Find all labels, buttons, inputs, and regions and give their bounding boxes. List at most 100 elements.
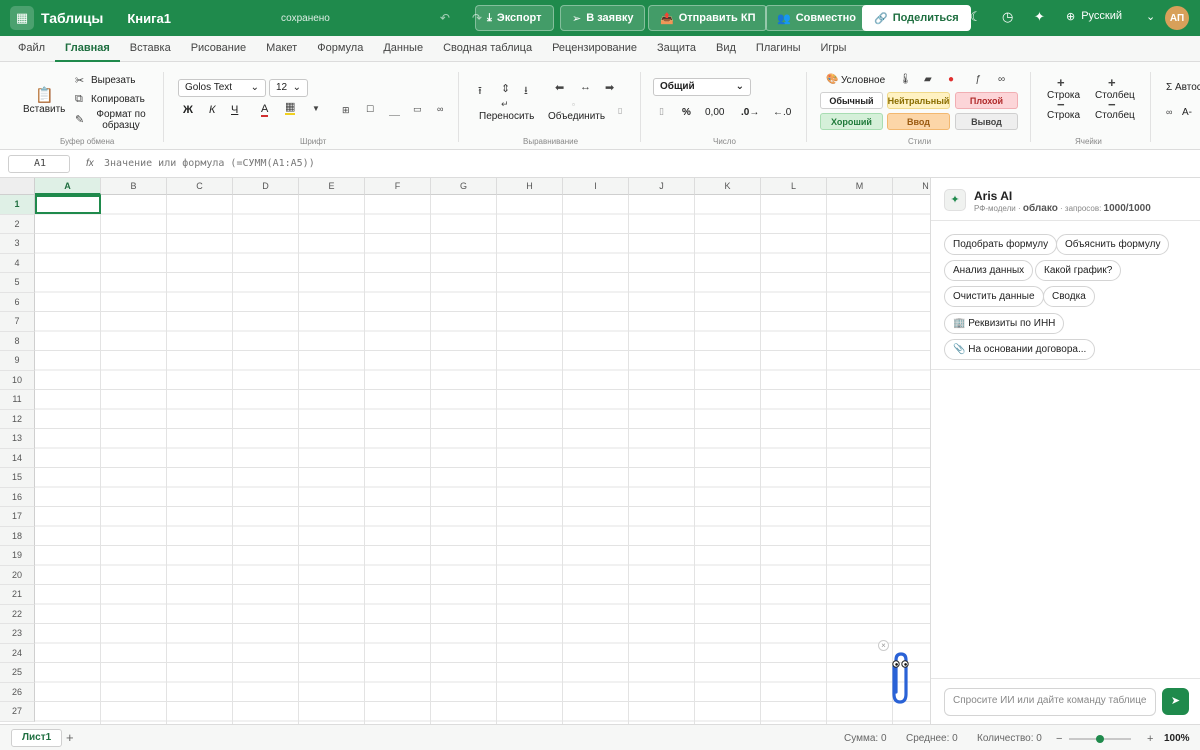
- row-header[interactable]: 12: [0, 409, 35, 429]
- thermometer-icon[interactable]: 🌡: [899, 74, 912, 85]
- tab-layout[interactable]: Макет: [256, 36, 307, 62]
- row-header[interactable]: 26: [0, 682, 35, 702]
- tab-file[interactable]: Файл: [8, 36, 55, 62]
- column-header[interactable]: C: [167, 178, 233, 195]
- underline-button[interactable]: Ч: [231, 104, 238, 116]
- border-all-icon[interactable]: ⊞: [342, 105, 350, 116]
- ai-chip-contract[interactable]: 📎 На основании договора...: [944, 339, 1096, 360]
- border-bottom-icon[interactable]: ＿: [389, 102, 400, 118]
- align-center-icon[interactable]: ↔: [580, 81, 591, 93]
- tab-insert[interactable]: Вставка: [120, 36, 181, 62]
- clear-button[interactable]: А-: [1182, 107, 1192, 118]
- column-header[interactable]: M: [827, 178, 893, 195]
- row-header[interactable]: 5: [0, 273, 35, 293]
- sheet-tab[interactable]: Лист1: [11, 729, 63, 747]
- export-button[interactable]: ⤓ Экспорт: [475, 5, 554, 31]
- style-input[interactable]: Ввод: [887, 113, 950, 130]
- row-header[interactable]: 24: [0, 643, 35, 663]
- decimals-button[interactable]: 0,00: [705, 107, 724, 118]
- book-name[interactable]: Книга1: [127, 11, 171, 26]
- bold-button[interactable]: Ж: [183, 104, 193, 116]
- column-header[interactable]: N: [893, 178, 930, 195]
- spreadsheet-grid[interactable]: A B C D E F G H I J K L M N 1 2 3 4 5 6 7 8 9 10 11 12 13 14 15 16 17 1…: [0, 178, 930, 724]
- cut-button[interactable]: Вырезать: [91, 75, 135, 86]
- copy-button[interactable]: Копировать: [91, 94, 145, 105]
- align-middle-icon[interactable]: ⇕: [501, 82, 510, 95]
- indent-icon[interactable]: ▯: [618, 106, 622, 115]
- ai-chip-summary[interactable]: Сводка: [1043, 286, 1095, 307]
- tab-games[interactable]: Игры: [811, 36, 857, 62]
- tab-protect[interactable]: Защита: [647, 36, 706, 62]
- share-button[interactable]: 🔗 Поделиться: [862, 5, 971, 31]
- sparkle-icon[interactable]: ✦: [1034, 9, 1045, 25]
- tab-draw[interactable]: Рисование: [181, 36, 256, 62]
- row-header[interactable]: 27: [0, 702, 35, 722]
- ai-chip-clean-data[interactable]: Очистить данные: [944, 286, 1044, 307]
- row-header[interactable]: 4: [0, 253, 35, 273]
- align-bottom-icon[interactable]: ⭳: [524, 82, 528, 101]
- infinity-icon[interactable]: ∞: [437, 104, 443, 114]
- currency-icon[interactable]: ▯: [659, 106, 664, 117]
- send-button[interactable]: ➤: [1162, 688, 1189, 715]
- data-bar-icon[interactable]: ▰: [924, 74, 932, 85]
- style-bad[interactable]: Плохой: [955, 92, 1018, 109]
- style-neutral[interactable]: Нейтральный: [887, 92, 950, 109]
- infinity-icon[interactable]: ∞: [1166, 107, 1172, 117]
- italic-button[interactable]: К: [209, 104, 215, 116]
- infinity-icon[interactable]: ∞: [998, 74, 1005, 85]
- align-right-icon[interactable]: ➡: [605, 81, 614, 94]
- row-header[interactable]: 7: [0, 312, 35, 332]
- tab-data[interactable]: Данные: [373, 36, 433, 62]
- row-header[interactable]: 2: [0, 214, 35, 234]
- tab-view[interactable]: Вид: [706, 36, 746, 62]
- ai-chip-explain-formula[interactable]: Объяснить формулу: [1056, 234, 1170, 255]
- row-header[interactable]: 11: [0, 390, 35, 410]
- history-icon[interactable]: ◷: [1002, 9, 1013, 25]
- ai-chip-pick-formula[interactable]: Подобрать формулу: [944, 234, 1058, 255]
- language-select[interactable]: ⊕ Русский ⌄: [1066, 10, 1155, 23]
- font-name-select[interactable]: Golos Text ⌄: [178, 79, 266, 97]
- add-sheet-button[interactable]: +: [66, 730, 74, 745]
- row-header[interactable]: 13: [0, 429, 35, 449]
- red-circle-icon[interactable]: ●: [948, 74, 954, 85]
- border-thick-icon[interactable]: ▭: [413, 104, 422, 115]
- row-header[interactable]: 14: [0, 448, 35, 468]
- column-header[interactable]: D: [233, 178, 299, 195]
- border-box-icon[interactable]: ☐: [366, 104, 374, 115]
- undo-icon[interactable]: ↶: [440, 11, 450, 25]
- tab-plugins[interactable]: Плагины: [746, 36, 811, 62]
- column-header[interactable]: A: [35, 178, 101, 195]
- row-header[interactable]: 6: [0, 292, 35, 312]
- column-header[interactable]: L: [761, 178, 827, 195]
- merge-button[interactable]: Объединить: [548, 111, 605, 122]
- conditional-format-button[interactable]: Условное: [841, 75, 885, 86]
- align-left-icon[interactable]: ⬅: [555, 81, 564, 94]
- column-header[interactable]: H: [497, 178, 563, 195]
- row-header[interactable]: 3: [0, 234, 35, 254]
- ai-chip-which-chart[interactable]: Какой график?: [1035, 260, 1122, 281]
- clipboard-icon[interactable]: 📋: [35, 86, 54, 104]
- row-header[interactable]: 23: [0, 624, 35, 644]
- style-normal[interactable]: Обычный: [820, 92, 883, 109]
- align-top-icon[interactable]: ⭱: [478, 82, 482, 101]
- row-header[interactable]: 1: [0, 195, 35, 215]
- tab-home[interactable]: Главная: [55, 36, 120, 62]
- chevron-down-icon[interactable]: ▼: [312, 104, 320, 113]
- column-header[interactable]: E: [299, 178, 365, 195]
- row-header[interactable]: 15: [0, 468, 35, 488]
- row-header[interactable]: 16: [0, 487, 35, 507]
- zoom-slider-handle[interactable]: [1096, 735, 1104, 743]
- row-header[interactable]: 17: [0, 507, 35, 527]
- row-header[interactable]: 25: [0, 663, 35, 683]
- paperclip-assistant-icon[interactable]: [884, 636, 916, 706]
- ai-chip-inn-details[interactable]: 🏢 Реквизиты по ИНН: [944, 313, 1065, 334]
- style-output[interactable]: Вывод: [955, 113, 1018, 130]
- zoom-out-button[interactable]: −: [1056, 733, 1062, 745]
- send-kp-button[interactable]: 📤 Отправить КП: [648, 5, 768, 31]
- increase-decimal-button[interactable]: .0→: [741, 107, 759, 118]
- font-size-select[interactable]: 12 ⌄: [269, 79, 308, 97]
- decrease-decimal-button[interactable]: ←.0: [773, 107, 791, 118]
- ai-chip-data-analysis[interactable]: Анализ данных: [944, 260, 1034, 281]
- zoom-in-button[interactable]: +: [1147, 733, 1153, 745]
- format-painter-button[interactable]: Формат по образцу: [92, 109, 150, 131]
